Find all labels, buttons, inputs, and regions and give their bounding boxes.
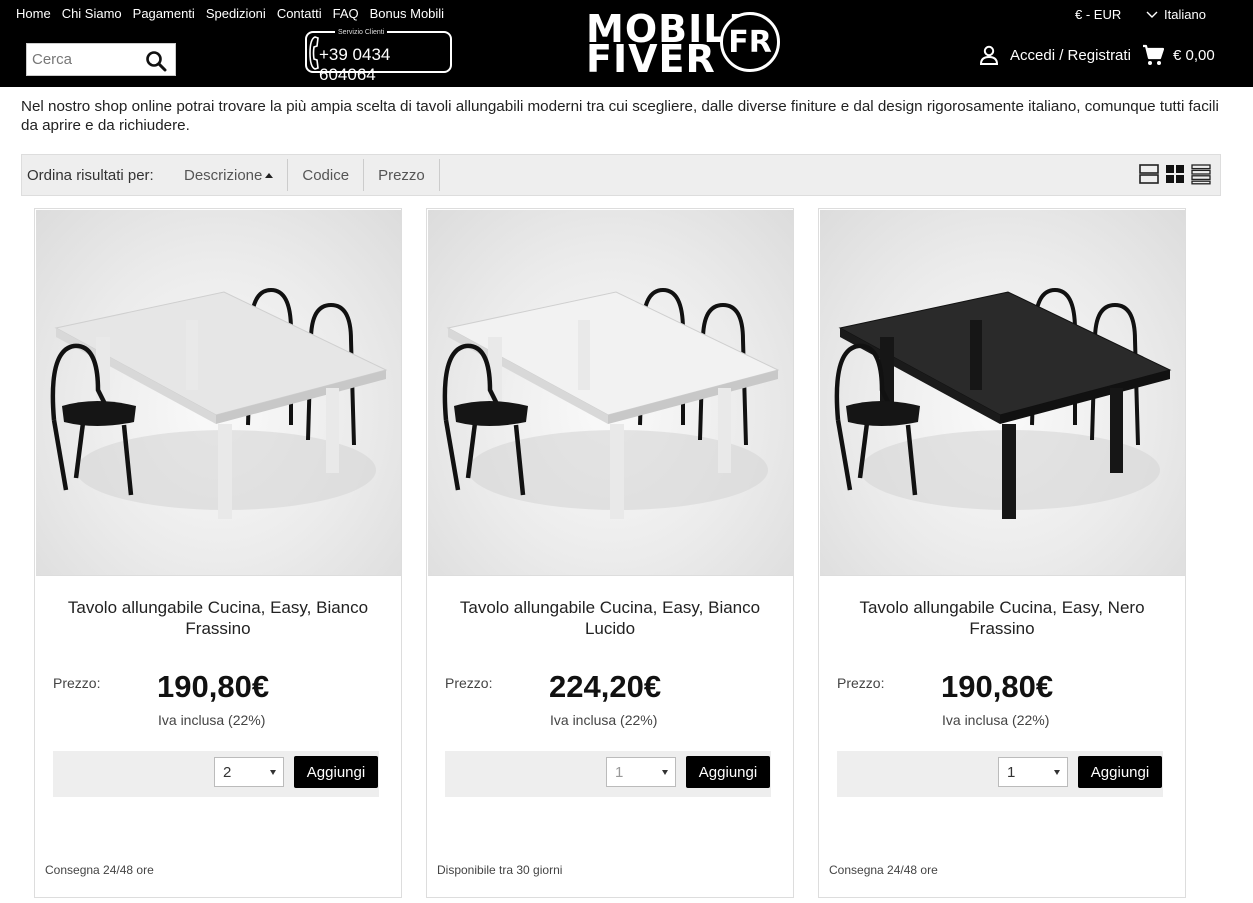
- nav-chi-siamo[interactable]: Chi Siamo: [62, 6, 122, 21]
- grid-view-icon[interactable]: [1165, 163, 1185, 185]
- cart[interactable]: € 0,00: [1142, 44, 1215, 66]
- vat-note: Iva inclusa (22%): [158, 712, 266, 728]
- currency-selector[interactable]: € - EUR: [1075, 7, 1121, 22]
- quantity-value: 1: [615, 763, 624, 781]
- quantity-value: 2: [223, 763, 232, 781]
- search-icon[interactable]: [145, 50, 167, 72]
- add-to-cart-button[interactable]: Aggiungi: [294, 756, 378, 788]
- account-separator: /: [1055, 46, 1068, 64]
- product-name[interactable]: Tavolo allungabile Cucina, Easy, Nero Fr…: [829, 597, 1175, 639]
- logo-badge-text: FR: [728, 24, 772, 60]
- view-switcher: [1139, 163, 1211, 185]
- search-input[interactable]: [27, 44, 139, 75]
- quantity-select[interactable]: 1: [606, 757, 676, 787]
- add-to-cart-button[interactable]: Aggiungi: [686, 756, 770, 788]
- list-large-view-icon[interactable]: [1139, 163, 1159, 185]
- vat-note: Iva inclusa (22%): [942, 712, 1050, 728]
- add-to-cart-bar: 1 Aggiungi: [445, 751, 771, 797]
- language-selector[interactable]: Italiano: [1146, 7, 1206, 22]
- price-label: Prezzo:: [445, 675, 493, 691]
- nav-pagamenti[interactable]: Pagamenti: [133, 6, 195, 21]
- user-icon: [978, 44, 1000, 66]
- nav-faq[interactable]: FAQ: [333, 6, 359, 21]
- phone-label: Servizio Clienti: [335, 29, 388, 36]
- sort-label: Ordina risultati per:: [27, 166, 154, 184]
- login-link[interactable]: Accedi: [1010, 47, 1055, 64]
- cart-icon: [1142, 44, 1164, 66]
- product-card-3: Tavolo allungabile Cucina, Easy, Nero Fr…: [818, 208, 1186, 898]
- sort-bar: Ordina risultati per: Descrizione Codice…: [21, 154, 1221, 196]
- logo-line2: FIVER: [586, 37, 716, 81]
- product-card-2: Tavolo allungabile Cucina, Easy, Bianco …: [426, 208, 794, 898]
- sort-option-prezzo[interactable]: Prezzo: [364, 159, 440, 191]
- phone-number: +39 0434 604064: [319, 45, 391, 84]
- dropdown-arrow-icon: [1054, 770, 1060, 775]
- account-links: Accedi / Registrati: [978, 44, 1131, 66]
- category-description: Nel nostro shop online potrai trovare la…: [21, 98, 1219, 134]
- product-image[interactable]: [820, 210, 1185, 576]
- quantity-value: 1: [1007, 763, 1016, 781]
- dropdown-arrow-icon: [270, 770, 276, 775]
- top-navigation: Home Chi Siamo Pagamenti Spedizioni Cont…: [16, 6, 455, 21]
- header: Home Chi Siamo Pagamenti Spedizioni Cont…: [0, 0, 1253, 87]
- nav-bonus-mobili[interactable]: Bonus Mobili: [370, 6, 444, 21]
- price-label: Prezzo:: [837, 675, 885, 691]
- price-label: Prezzo:: [53, 675, 101, 691]
- product-name[interactable]: Tavolo allungabile Cucina, Easy, Bianco …: [437, 597, 783, 639]
- customer-service-phone[interactable]: Servizio Clienti +39 0434 604064: [305, 29, 452, 84]
- product-price: 224,20€: [549, 669, 662, 704]
- sort-asc-icon: [265, 172, 274, 178]
- sort-option-codice[interactable]: Codice: [288, 159, 365, 191]
- product-image[interactable]: [36, 210, 401, 576]
- search-box: [26, 43, 176, 76]
- logo[interactable]: MOBILI FIVER FR: [586, 10, 786, 81]
- quantity-select[interactable]: 2: [214, 757, 284, 787]
- sort-option-descrizione[interactable]: Descrizione: [178, 159, 289, 191]
- add-to-cart-bar: 2 Aggiungi: [53, 751, 379, 797]
- register-link[interactable]: Registrati: [1068, 47, 1131, 64]
- nav-contatti[interactable]: Contatti: [277, 6, 322, 21]
- chevron-down-icon: [1146, 11, 1158, 19]
- product-name[interactable]: Tavolo allungabile Cucina, Easy, Bianco …: [45, 597, 391, 639]
- quantity-select[interactable]: 1: [998, 757, 1068, 787]
- add-to-cart-button[interactable]: Aggiungi: [1078, 756, 1162, 788]
- product-card-1: Tavolo allungabile Cucina, Easy, Bianco …: [34, 208, 402, 898]
- delivery-info: Disponibile tra 30 giorni: [437, 863, 563, 877]
- sort-option-label: Descrizione: [184, 166, 263, 184]
- nav-spedizioni[interactable]: Spedizioni: [206, 6, 266, 21]
- product-price: 190,80€: [157, 669, 270, 704]
- product-image[interactable]: [428, 210, 793, 576]
- list-view-icon[interactable]: [1191, 163, 1211, 185]
- delivery-info: Consegna 24/48 ore: [829, 863, 938, 877]
- nav-home[interactable]: Home: [16, 6, 51, 21]
- delivery-info: Consegna 24/48 ore: [45, 863, 154, 877]
- add-to-cart-bar: 1 Aggiungi: [837, 751, 1163, 797]
- vat-note: Iva inclusa (22%): [550, 712, 658, 728]
- language-label: Italiano: [1164, 7, 1206, 22]
- logo-badge: FR: [720, 12, 780, 72]
- dropdown-arrow-icon: [662, 770, 668, 775]
- cart-total: € 0,00: [1173, 46, 1215, 64]
- product-price: 190,80€: [941, 669, 1054, 704]
